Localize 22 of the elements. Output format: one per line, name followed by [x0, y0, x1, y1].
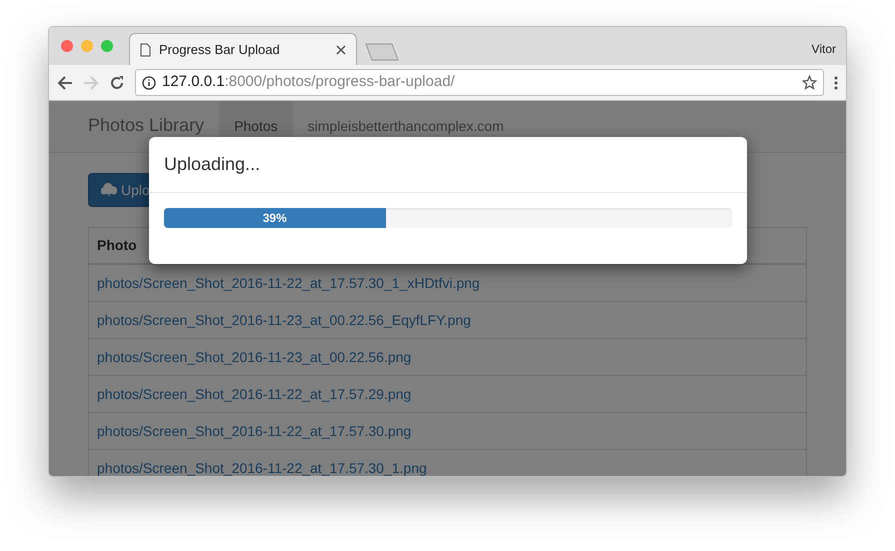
- progress-label: 39%: [262, 210, 287, 227]
- close-icon[interactable]: [336, 44, 346, 54]
- photo-link[interactable]: photos/Screen_Shot_2016-11-22_at_17.57.30.png: [97, 420, 412, 442]
- page-icon: [140, 42, 151, 56]
- photo-link[interactable]: photos/Screen_Shot_2016-11-22_at_17.57.29.png: [97, 384, 412, 404]
- back-icon[interactable]: [57, 74, 73, 90]
- url-host: 127.0.0.1: [162, 73, 225, 90]
- photo-link[interactable]: photos/Screen_Shot_2016-11-22_at_17.57.30_1.png: [97, 458, 427, 476]
- photo-link[interactable]: photos/Screen_Shot_2016-11-23_at_00.22.56.png: [97, 346, 412, 368]
- menu-icon[interactable]: [834, 76, 838, 90]
- url-path: :8000/photos/progress-bar-upload/: [224, 73, 455, 90]
- cloud-upload-icon: [101, 183, 117, 197]
- reload-icon[interactable]: [109, 74, 125, 90]
- address-bar[interactable]: 127.0.0.1:8000/photos/progress-bar-upload/: [135, 69, 824, 96]
- tab-title: Progress Bar Upload: [159, 40, 281, 59]
- info-icon[interactable]: [142, 76, 156, 90]
- modal-title: Uploading...: [164, 153, 260, 176]
- star-icon[interactable]: [802, 75, 817, 90]
- photo-link[interactable]: photos/Screen_Shot_2016-11-23_at_00.22.56_EqyfLFY.png: [97, 310, 471, 330]
- user-name[interactable]: Vitor: [812, 40, 836, 58]
- browser-tab[interactable]: Progress Bar Upload: [129, 33, 357, 65]
- photo-link[interactable]: photos/Screen_Shot_2016-11-22_at_17.57.30_1_xHDtfvi.png: [97, 272, 480, 294]
